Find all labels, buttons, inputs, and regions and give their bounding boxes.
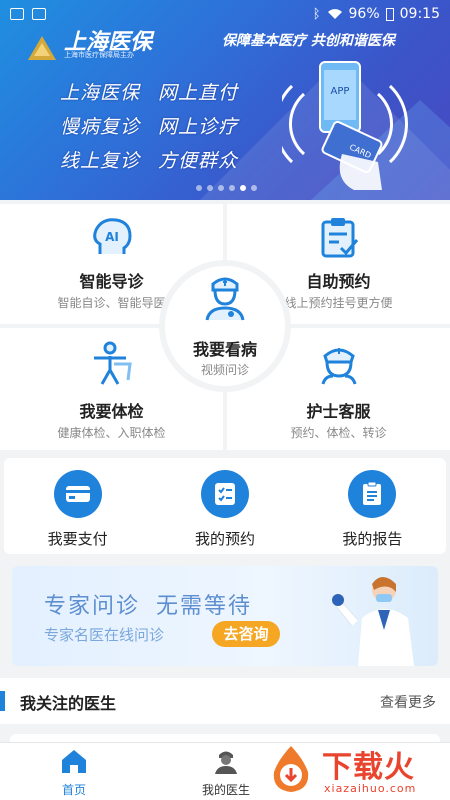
status-bar: ᛒ 96% 09:15 (0, 0, 450, 28)
banner-line: 线上复诊 方便群众 (60, 150, 239, 172)
my-appointments-button[interactable]: 我的预约 (151, 458, 298, 554)
brand-subtitle: 上海市医疗保障局主办 (64, 51, 134, 59)
expert-subheading: 专家名医在线问诊 (44, 626, 165, 644)
carousel-dot[interactable] (207, 185, 213, 191)
section-accent-bar (0, 691, 5, 711)
carousel-indicator[interactable] (196, 185, 257, 191)
nurse-service-subtitle: 预约、体检、转诊 (290, 426, 387, 440)
wifi-icon (327, 9, 342, 19)
ai-head-icon: AI (92, 218, 132, 254)
doctor-icon (205, 277, 245, 321)
see-doctor-subtitle: 视频问诊 (200, 363, 249, 377)
service-grid: AI 智能导诊 智能自诊、智能导医 自助预约 线上预约挂号更方便 我要体检 健康… (0, 204, 450, 450)
view-more-link[interactable]: 查看更多 (380, 692, 436, 712)
app-label: APP (331, 86, 350, 97)
see-doctor-button[interactable]: 我要看病 视频问诊 (165, 266, 285, 386)
banner-line: 上海医保 网上直付 (60, 82, 239, 104)
body-figure-icon (93, 341, 132, 385)
carousel-dot[interactable] (218, 185, 224, 191)
my-appointments-label: 我的预约 (194, 530, 255, 548)
battery-icon (385, 7, 394, 21)
carousel-dot[interactable] (229, 185, 235, 191)
nurse-service-title: 护士客服 (306, 402, 371, 421)
see-doctor-title: 我要看病 (192, 340, 257, 359)
clipboard-check-icon (321, 218, 358, 258)
tab-home[interactable]: 首页 (34, 747, 114, 798)
doctor-avatar-icon (215, 751, 237, 774)
checkup-subtitle: 健康体检、入职体检 (57, 426, 166, 440)
carousel-dot-active[interactable] (240, 185, 246, 191)
bluetooth-icon: ᛒ (312, 6, 321, 22)
bag-notification-icon (32, 8, 46, 20)
pay-card-icon (53, 470, 102, 518)
phone-card-illustration: APP CARD (282, 61, 408, 190)
nurse-icon (321, 348, 356, 385)
carousel-dot[interactable] (251, 185, 257, 191)
my-reports-label: 我的报告 (342, 530, 403, 548)
banner-line: 慢病复诊 网上诊疗 (60, 116, 239, 138)
clock: 09:15 (399, 6, 440, 22)
fire-logo-icon (273, 746, 309, 792)
pay-label: 我要支付 (47, 530, 108, 548)
watermark-text: 下载火 (322, 750, 415, 785)
watermark-url: xiazaihuo.com (324, 782, 417, 795)
pay-button[interactable]: 我要支付 (4, 458, 151, 554)
watermark: 下载火 xiazaihuo.com (262, 740, 447, 800)
tab-home-label: 首页 (61, 783, 86, 797)
svg-text:AI: AI (105, 230, 119, 244)
banner-slogan: 保障基本医疗 共创和谐医保 (222, 33, 395, 49)
followed-doctors-title: 我关注的医生 (20, 694, 117, 713)
my-reports-button[interactable]: 我的报告 (299, 458, 446, 554)
followed-doctors-header: 我关注的医生 查看更多 (0, 678, 450, 724)
home-icon (62, 750, 86, 773)
shanghai-medical-insurance-logo (28, 36, 56, 60)
carousel-dot[interactable] (196, 185, 202, 191)
report-icon (348, 470, 397, 518)
tab-my-doctor-label: 我的医生 (201, 783, 250, 797)
checkup-title: 我要体检 (79, 402, 144, 421)
battery-percent: 96% (348, 6, 380, 22)
quick-actions: 我要支付 我的预约 我的报告 (4, 458, 446, 554)
gallery-notification-icon (10, 8, 24, 20)
appointment-list-icon (200, 470, 249, 518)
expert-consult-banner[interactable]: 专家问诊 无需等待 专家名医在线问诊 去咨询 (12, 566, 438, 666)
doctor-illustration (332, 577, 414, 666)
tab-my-doctor[interactable]: 我的医生 (186, 747, 266, 798)
expert-heading: 专家问诊 无需等待 (44, 594, 253, 619)
consult-button[interactable]: 去咨询 (212, 621, 280, 647)
promo-banner[interactable]: 上海医保 上海市医疗保障局主办 保障基本医疗 共创和谐医保 上海医保 网上直付 慢… (0, 0, 450, 200)
